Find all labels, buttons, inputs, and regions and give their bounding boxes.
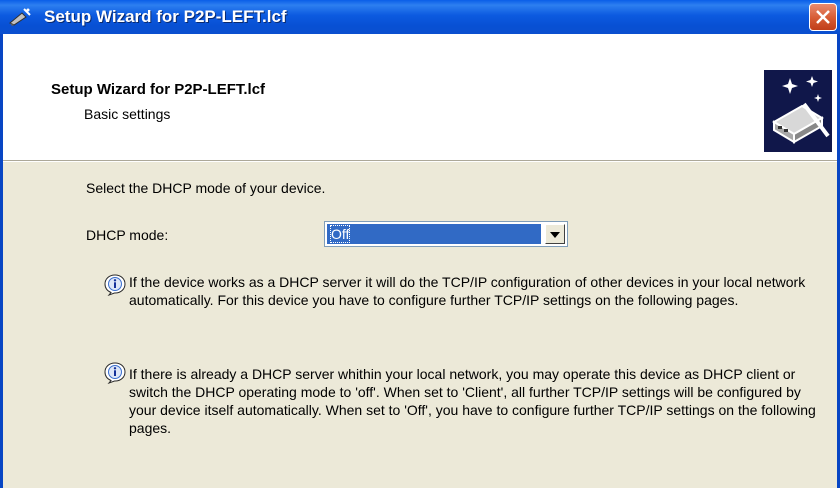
- title-bar[interactable]: Setup Wizard for P2P-LEFT.lcf: [0, 0, 840, 34]
- chevron-down-icon[interactable]: [545, 224, 565, 244]
- dhcp-mode-value: Off: [329, 225, 351, 243]
- info-icon: [104, 274, 126, 297]
- wizard-wand-icon: [8, 7, 32, 27]
- header-separator-highlight: [3, 161, 837, 162]
- window-title: Setup Wizard for P2P-LEFT.lcf: [44, 7, 287, 26]
- dhcp-server-info-text: If the device works as a DHCP server it …: [129, 274, 806, 308]
- header-subtitle: Basic settings: [84, 106, 171, 122]
- info-icon: [104, 362, 126, 385]
- header-title: Setup Wizard for P2P-LEFT.lcf: [51, 81, 266, 98]
- dhcp-mode-label: DHCP mode:: [86, 227, 169, 243]
- dhcp-client-info-text: If there is already a DHCP server whithi…: [129, 366, 816, 436]
- dhcp-mode-value-box: Off: [327, 224, 541, 244]
- dhcp-prompt: Select the DHCP mode of your device.: [86, 180, 326, 196]
- dhcp-mode-select[interactable]: Off: [324, 221, 568, 247]
- wizard-device-icon: [764, 70, 832, 152]
- close-icon: [816, 10, 830, 24]
- close-button[interactable]: [809, 3, 837, 31]
